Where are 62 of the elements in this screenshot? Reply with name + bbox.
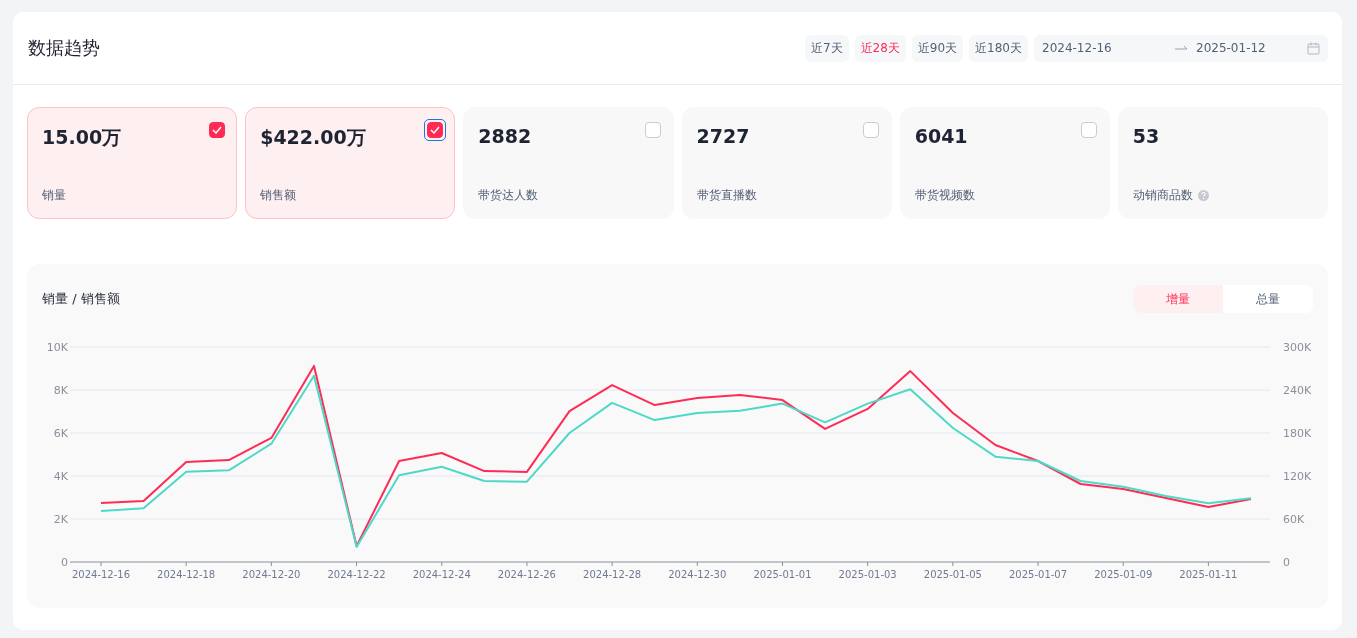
metric-label: 动销商品数	[1132, 187, 1193, 204]
end-date: 2025-01-12	[1196, 41, 1267, 55]
axis-label: 2024-12-28	[583, 569, 642, 580]
metric-value: $422.00万	[260, 125, 366, 150]
start-date: 2024-12-16	[1042, 41, 1113, 55]
axis-label: 2024-12-24	[412, 569, 471, 580]
arrow-icon	[1174, 44, 1188, 52]
axis-label: 10K	[46, 341, 68, 354]
metric-label: 带货视频数	[914, 187, 975, 204]
chart-title: 销量 / 销售额	[42, 290, 120, 308]
axis-label: 2024-12-18	[157, 569, 216, 580]
help-icon[interactable]	[1197, 190, 1209, 201]
metric-card[interactable]: 6041 带货视频数	[899, 107, 1110, 219]
checkbox[interactable]	[1081, 121, 1098, 138]
axis-label: 2024-12-26	[497, 569, 556, 580]
metric-value: 2882	[478, 125, 532, 147]
section-title: 数据趋势	[28, 36, 100, 60]
metric-card[interactable]: 2882 带货达人数	[463, 107, 674, 219]
axis-label: 4K	[53, 470, 68, 483]
checkbox[interactable]	[645, 121, 661, 138]
range-tab[interactable]: 近28天	[854, 34, 906, 62]
metric-card[interactable]: $422.00万 销售额	[245, 107, 456, 219]
metric-card[interactable]: 2727 带货直播数	[681, 107, 892, 219]
metric-label: 带货直播数	[696, 187, 757, 204]
metric-label: 销售额	[260, 187, 297, 204]
axis-label: 2024-12-20	[242, 569, 301, 580]
axis-label: 240K	[1283, 384, 1312, 397]
check-icon	[429, 125, 440, 134]
axis-label: 6K	[53, 427, 68, 440]
axis-label: 0	[61, 556, 68, 569]
axis-label: 120K	[1283, 470, 1312, 483]
metric-value: 2727	[696, 125, 750, 147]
range-tab[interactable]: 近90天	[911, 34, 964, 62]
axis-label: 2025-01-07	[1008, 569, 1068, 580]
metric-value: 6041	[914, 125, 968, 147]
axis-label: 2025-01-01	[753, 569, 812, 580]
metric-card[interactable]: 53 动销商品数	[1117, 107, 1329, 219]
axis-label: 8K	[53, 384, 68, 397]
axis-label: 60K	[1283, 513, 1305, 526]
range-tab[interactable]: 近180天	[969, 34, 1028, 62]
metric-value: 53	[1132, 125, 1160, 147]
check-icon	[211, 125, 222, 134]
metric-value: 15.00万	[42, 125, 122, 150]
axis-label: 300K	[1283, 341, 1312, 354]
axis-label: 2025-01-05	[923, 569, 982, 580]
calendar-icon[interactable]	[1307, 41, 1320, 55]
checkbox[interactable]	[863, 121, 880, 138]
axis-label: 2025-01-03	[838, 569, 897, 580]
checkbox[interactable]	[208, 121, 225, 138]
axis-label: 2K	[53, 513, 68, 526]
axis-label: 2025-01-09	[1094, 569, 1153, 580]
axis-label: 0	[1283, 556, 1290, 569]
date-range-field[interactable]: 2024-12-16 2025-01-12	[1034, 34, 1328, 62]
range-tab[interactable]: 近7天	[804, 34, 849, 62]
metric-label: 销量	[42, 187, 66, 204]
axis-label: 180K	[1283, 427, 1312, 440]
metric-card[interactable]: 15.00万 销量	[27, 107, 238, 219]
axis-label: 2024-12-30	[668, 569, 727, 580]
axis-label: 2025-01-11	[1179, 569, 1238, 580]
axis-label: 2024-12-22	[327, 569, 386, 580]
metric-label: 带货达人数	[478, 187, 539, 204]
axis-label: 2024-12-16	[71, 569, 131, 580]
